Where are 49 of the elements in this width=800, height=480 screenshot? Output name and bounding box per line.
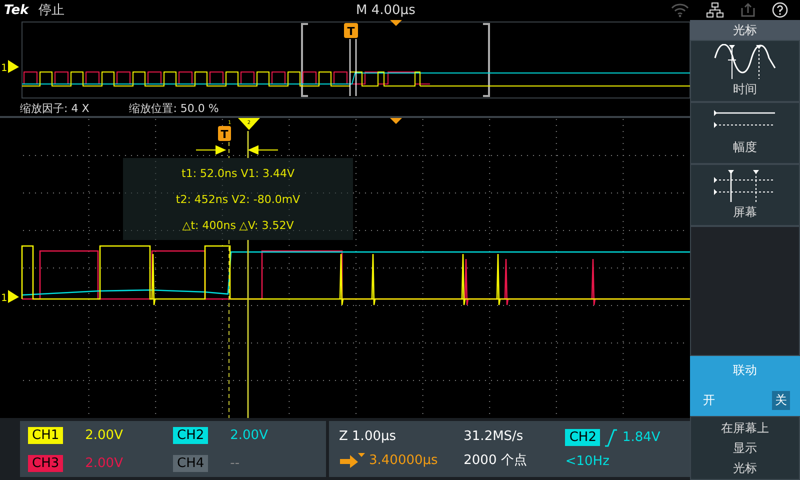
zoom-scale-label: Z 1.00µs <box>339 429 398 444</box>
network-icon[interactable] <box>706 2 724 18</box>
timebase-label: M 4.00µs <box>356 2 416 18</box>
channel-label[interactable]: CH2 <box>173 426 208 444</box>
link-toggle-panel[interactable]: 联动 开 关 <box>690 356 800 416</box>
rising-edge-icon <box>604 428 618 447</box>
channel-scale: 2.00V <box>85 456 123 470</box>
channel-scale: 2.00V <box>85 428 123 442</box>
wifi-icon[interactable] <box>670 2 690 18</box>
cursor-line[interactable] <box>228 142 230 418</box>
time-cursor-icon <box>714 44 776 80</box>
trigger-position-marker <box>390 118 402 124</box>
cursor-line[interactable] <box>247 130 249 418</box>
menu-title: 光标 <box>690 20 800 40</box>
horizontal-position-label: 3.40000µs <box>369 453 438 468</box>
trigger-level-label: 1.84V <box>622 430 660 446</box>
toggle-option[interactable]: 关 <box>772 391 790 410</box>
channel-label[interactable]: CH3 <box>28 454 64 472</box>
trigger-marker: T <box>218 126 231 141</box>
link-toggle-label: 联动 <box>733 362 757 379</box>
sample-rate-label: 31.2MS/s <box>464 428 524 444</box>
zoom-factor-label: 缩放因子: 4 X <box>20 100 90 116</box>
cursor-arrow <box>196 146 226 154</box>
menu-item[interactable]: 屏幕 <box>690 164 800 226</box>
channel-label[interactable]: CH4 <box>173 454 208 472</box>
show-cursors-button[interactable]: 在屏幕上 显示 光标 <box>690 416 800 480</box>
trigger-position-marker <box>390 20 402 26</box>
zoom-window-bracket[interactable] <box>301 23 490 97</box>
menu-item[interactable]: 幅度 <box>690 102 800 164</box>
cursor-arrow <box>248 146 278 154</box>
acquisition-status: 停止 <box>38 2 65 19</box>
trigger-source-label[interactable]: CH2 <box>565 429 600 446</box>
cursor-readout-line: t2: 452ns V2: -80.0mV <box>176 192 300 206</box>
record-length-label: 2000 个点 <box>464 452 528 470</box>
channel-label[interactable]: CH1 <box>28 426 64 444</box>
position-arrow-icon <box>339 452 365 469</box>
trigger-marker: T <box>344 23 358 38</box>
channel-scale: 2.00V <box>230 428 268 442</box>
zoom-position-label: 缩放位置: 50.0 % <box>129 100 219 116</box>
brand-logo: Tek <box>4 2 29 18</box>
cursor-readout-line: △t: 400ns △V: 3.52V <box>182 218 294 232</box>
screen-cursor-icon <box>714 168 776 203</box>
cursor-readout-line: t1: 52.0ns V1: 3.44V <box>182 166 294 180</box>
help-icon[interactable] <box>772 2 788 18</box>
channel-scale: -- <box>230 456 240 470</box>
menu-item[interactable]: 时间 <box>690 40 800 102</box>
export-icon[interactable] <box>740 2 756 18</box>
amplitude-cursor-icon <box>714 110 776 130</box>
trigger-frequency-label: <10Hz <box>565 454 610 470</box>
